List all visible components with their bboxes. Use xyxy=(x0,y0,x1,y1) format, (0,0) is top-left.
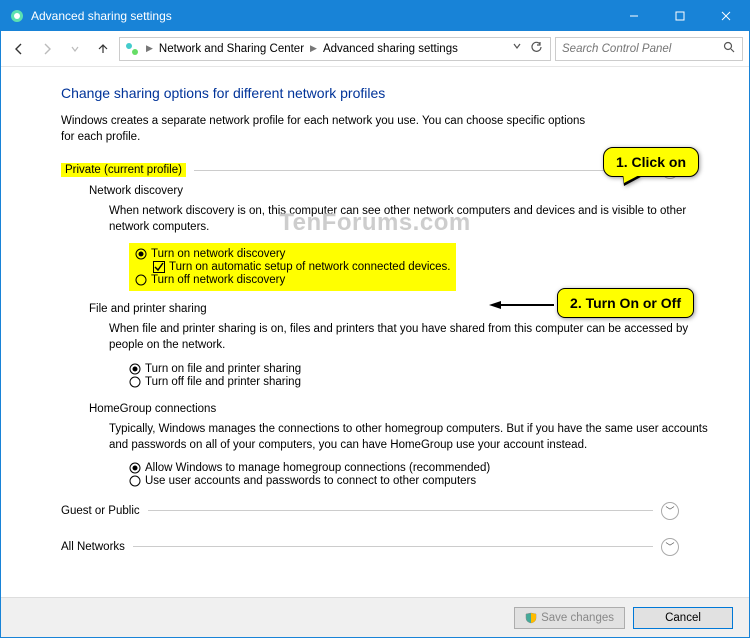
save-changes-button[interactable]: Save changes xyxy=(514,607,625,629)
back-button[interactable] xyxy=(7,37,31,61)
network-icon xyxy=(124,41,140,57)
section-guest-header[interactable]: Guest or Public ﹀ xyxy=(61,502,709,520)
window-title: Advanced sharing settings xyxy=(31,9,611,23)
callout-1: 1. Click on xyxy=(603,147,699,177)
recent-button[interactable] xyxy=(63,37,87,61)
up-button[interactable] xyxy=(91,37,115,61)
radio-selected-icon xyxy=(129,462,141,474)
section-all-header[interactable]: All Networks ﹀ xyxy=(61,538,709,556)
minimize-button[interactable] xyxy=(611,1,657,31)
section-private-label: Private (current profile) xyxy=(61,163,186,177)
history-dropdown-button[interactable] xyxy=(508,41,526,56)
fp-desc: When file and printer sharing is on, fil… xyxy=(109,321,709,353)
fp-turn-on-radio[interactable]: Turn on file and printer sharing xyxy=(129,363,301,375)
checkbox-checked-icon xyxy=(153,261,165,273)
titlebar: Advanced sharing settings xyxy=(1,1,749,31)
radio-selected-icon xyxy=(135,248,147,260)
page-title: Change sharing options for different net… xyxy=(61,85,709,101)
network-discovery-section: Network discovery When network discovery… xyxy=(89,185,709,291)
bottom-bar: Save changes Cancel xyxy=(1,597,749,637)
section-all-label: All Networks xyxy=(61,541,125,553)
breadcrumb-current[interactable]: Advanced sharing settings xyxy=(323,43,458,55)
search-box[interactable] xyxy=(555,37,743,61)
refresh-button[interactable] xyxy=(528,41,546,56)
hg-allow-radio[interactable]: Allow Windows to manage homegroup connec… xyxy=(129,462,490,474)
fp-options: Turn on file and printer sharing Turn of… xyxy=(129,362,301,389)
chevron-down-icon[interactable]: ﹀ xyxy=(661,538,679,556)
breadcrumb-parent[interactable]: Network and Sharing Center xyxy=(159,43,304,55)
nd-auto-setup-checkbox[interactable]: Turn on automatic setup of network conne… xyxy=(153,261,450,273)
section-guest-label: Guest or Public xyxy=(61,505,140,517)
chevron-right-icon: ▶ xyxy=(146,43,153,54)
nd-options: Turn on network discovery Turn on automa… xyxy=(129,243,456,291)
search-icon[interactable] xyxy=(723,41,736,57)
window-controls xyxy=(611,1,749,31)
maximize-button[interactable] xyxy=(657,1,703,31)
content-area: Change sharing options for different net… xyxy=(1,67,749,597)
navbar: ▶ Network and Sharing Center ▶ Advanced … xyxy=(1,31,749,67)
callout-2: 2. Turn On or Off xyxy=(557,288,694,318)
forward-button[interactable] xyxy=(35,37,59,61)
nd-turn-on-radio[interactable]: Turn on network discovery xyxy=(135,248,450,260)
radio-unselected-icon xyxy=(129,475,141,487)
hg-desc: Typically, Windows manages the connectio… xyxy=(109,421,709,453)
chevron-down-icon[interactable]: ﹀ xyxy=(661,502,679,520)
chevron-right-icon: ▶ xyxy=(310,43,317,54)
breadcrumb[interactable]: ▶ Network and Sharing Center ▶ Advanced … xyxy=(119,37,551,61)
radio-unselected-icon xyxy=(135,274,147,286)
callout-2-arrow xyxy=(489,301,554,304)
radio-unselected-icon xyxy=(129,376,141,388)
nd-desc: When network discovery is on, this compu… xyxy=(109,203,709,235)
cancel-button[interactable]: Cancel xyxy=(633,607,733,629)
hg-user-radio[interactable]: Use user accounts and passwords to conne… xyxy=(129,475,490,487)
page-description: Windows creates a separate network profi… xyxy=(61,113,709,145)
shield-icon xyxy=(525,612,537,624)
search-input[interactable] xyxy=(562,43,712,55)
nd-turn-off-radio[interactable]: Turn off network discovery xyxy=(135,274,450,286)
close-button[interactable] xyxy=(703,1,749,31)
control-panel-icon xyxy=(9,8,25,24)
homegroup-section: HomeGroup connections Typically, Windows… xyxy=(89,403,709,490)
radio-selected-icon xyxy=(129,363,141,375)
fp-turn-off-radio[interactable]: Turn off file and printer sharing xyxy=(129,376,301,388)
hg-options: Allow Windows to manage homegroup connec… xyxy=(129,461,490,488)
hg-title: HomeGroup connections xyxy=(89,403,709,415)
